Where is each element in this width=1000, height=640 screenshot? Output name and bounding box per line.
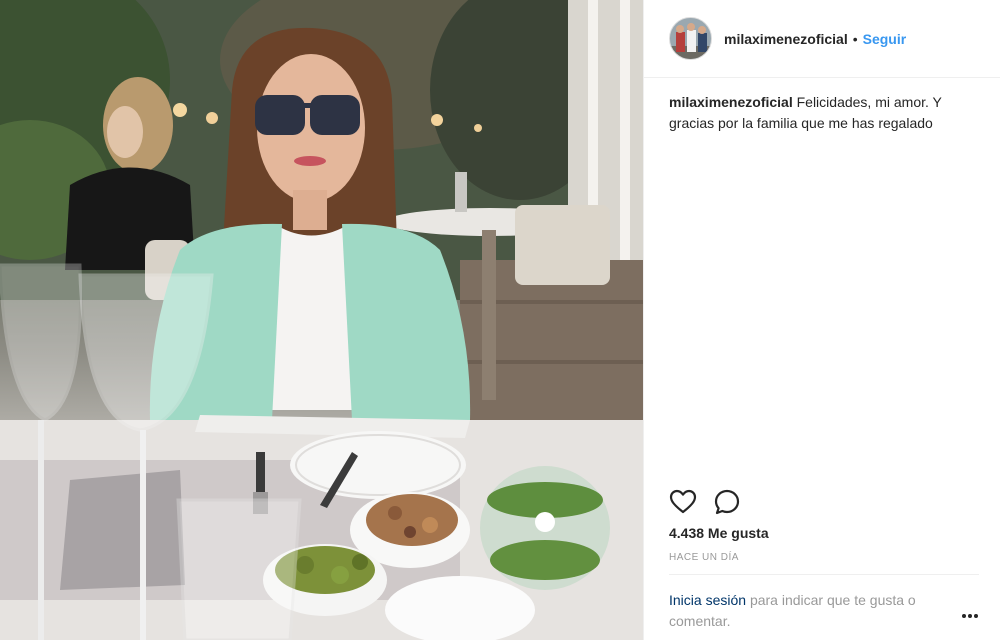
heart-icon (669, 489, 697, 514)
action-bar (669, 488, 757, 516)
post-photo[interactable] (0, 0, 643, 640)
instagram-post: milaximenezoficial • Seguir milaximenezo… (0, 0, 1000, 640)
login-prompt: Inicia sesión para indicar que te gusta … (669, 590, 959, 632)
post-caption: milaximenezoficial Felicidades, mi amor.… (669, 92, 979, 134)
avatar-image (670, 18, 711, 59)
more-options-button[interactable] (960, 609, 980, 623)
likes-count[interactable]: 4.438 Me gusta (669, 525, 769, 541)
photo-illustration (0, 0, 643, 640)
more-options-icon (962, 614, 978, 618)
follow-button[interactable]: Seguir (863, 31, 907, 47)
divider (669, 574, 979, 575)
username-link[interactable]: milaximenezoficial (724, 31, 848, 47)
post-timestamp[interactable]: HACE UN DÍA (669, 552, 739, 563)
like-button[interactable] (669, 488, 697, 516)
avatar[interactable] (669, 17, 712, 60)
separator-dot: • (852, 30, 858, 47)
comment-button[interactable] (713, 488, 741, 516)
post-header: milaximenezoficial • Seguir (644, 0, 1000, 78)
login-link[interactable]: Inicia sesión (669, 592, 746, 608)
comment-icon (714, 489, 740, 515)
caption-username-link[interactable]: milaximenezoficial (669, 94, 793, 110)
post-sidebar: milaximenezoficial • Seguir milaximenezo… (643, 0, 1000, 640)
